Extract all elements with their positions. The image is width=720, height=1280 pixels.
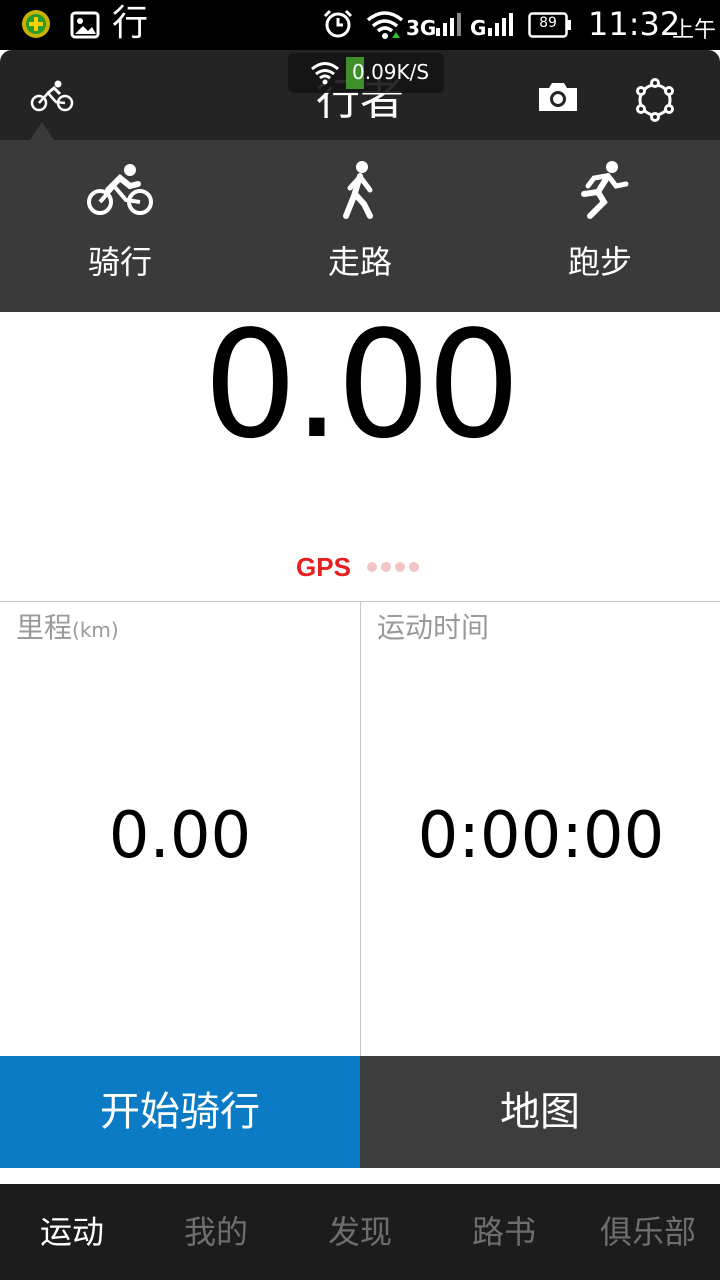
distance-label: 里程(km) (16, 610, 119, 648)
action-buttons: 开始骑行 地图 (0, 1056, 720, 1168)
alarm-icon (323, 9, 353, 38)
current-speed: 0.00 (203, 299, 521, 471)
distance-unit: (km) (72, 618, 119, 642)
time-stat: 运动时间 0:00:00 (360, 602, 720, 1057)
gallery-icon (70, 11, 100, 39)
bottom-nav: 运动 我的 发现 路书 俱乐部 (0, 1184, 720, 1280)
stats-panel: 里程(km) 0.00 运动时间 0:00:00 (0, 601, 720, 1057)
status-bar: 行 3G G 89 11:32 上午 (0, 0, 720, 50)
app-plus-icon (22, 10, 50, 38)
mode-running[interactable]: 跑步 (480, 140, 720, 312)
map-button[interactable]: 地图 (360, 1056, 720, 1168)
svg-text:G: G (470, 16, 486, 40)
nav-item-discover[interactable]: 发现 (288, 1184, 432, 1280)
time-label: 运动时间 (377, 611, 490, 644)
mode-running-label: 跑步 (567, 243, 632, 281)
mode-walking[interactable]: 走路 (240, 140, 480, 312)
gps-label: GPS (296, 552, 351, 582)
chain-settings-icon[interactable] (632, 78, 678, 122)
cycling-icon (87, 164, 153, 215)
distance-stat: 里程(km) 0.00 (0, 602, 360, 1057)
svg-text:3G: 3G (406, 16, 436, 40)
clock-ampm: 上午 (672, 18, 717, 43)
battery-level: 89 (539, 15, 557, 31)
network-speed-toast: 0.09K/S (288, 53, 444, 93)
nav-item-mine[interactable]: 我的 (144, 1184, 288, 1280)
nav-item-sport[interactable]: 运动 (0, 1184, 144, 1280)
start-ride-button[interactable]: 开始骑行 (0, 1056, 360, 1168)
mode-walking-label: 走路 (327, 243, 392, 281)
clock-time: 11:32 (588, 5, 681, 43)
sport-mode-selector: 骑行 走路 跑步 (0, 140, 720, 312)
signal-g-icon: G (470, 13, 513, 40)
wifi-speed-icon (311, 62, 339, 85)
time-value: 0:00:00 (417, 799, 665, 873)
distance-value: 0.00 (108, 799, 252, 873)
gps-signal-dots (367, 562, 419, 572)
camera-icon[interactable] (536, 80, 580, 114)
running-icon (581, 161, 629, 219)
mode-cycling-label: 骑行 (87, 243, 152, 281)
walking-icon (343, 161, 373, 219)
signal-3g-icon: 3G (406, 13, 461, 40)
distance-label-text: 里程 (16, 611, 73, 644)
network-speed-text: 0.09K/S (352, 60, 430, 84)
nav-item-club[interactable]: 俱乐部 (576, 1184, 720, 1280)
wifi-icon (366, 11, 404, 39)
mode-cycling[interactable]: 骑行 (0, 140, 240, 312)
app-notification-char: 行 (112, 3, 149, 44)
app-screen: 行 3G G 89 11:32 上午 行者 0.09K/S 骑行 走路 跑步 0… (0, 0, 720, 1280)
nav-item-routebook[interactable]: 路书 (432, 1184, 576, 1280)
